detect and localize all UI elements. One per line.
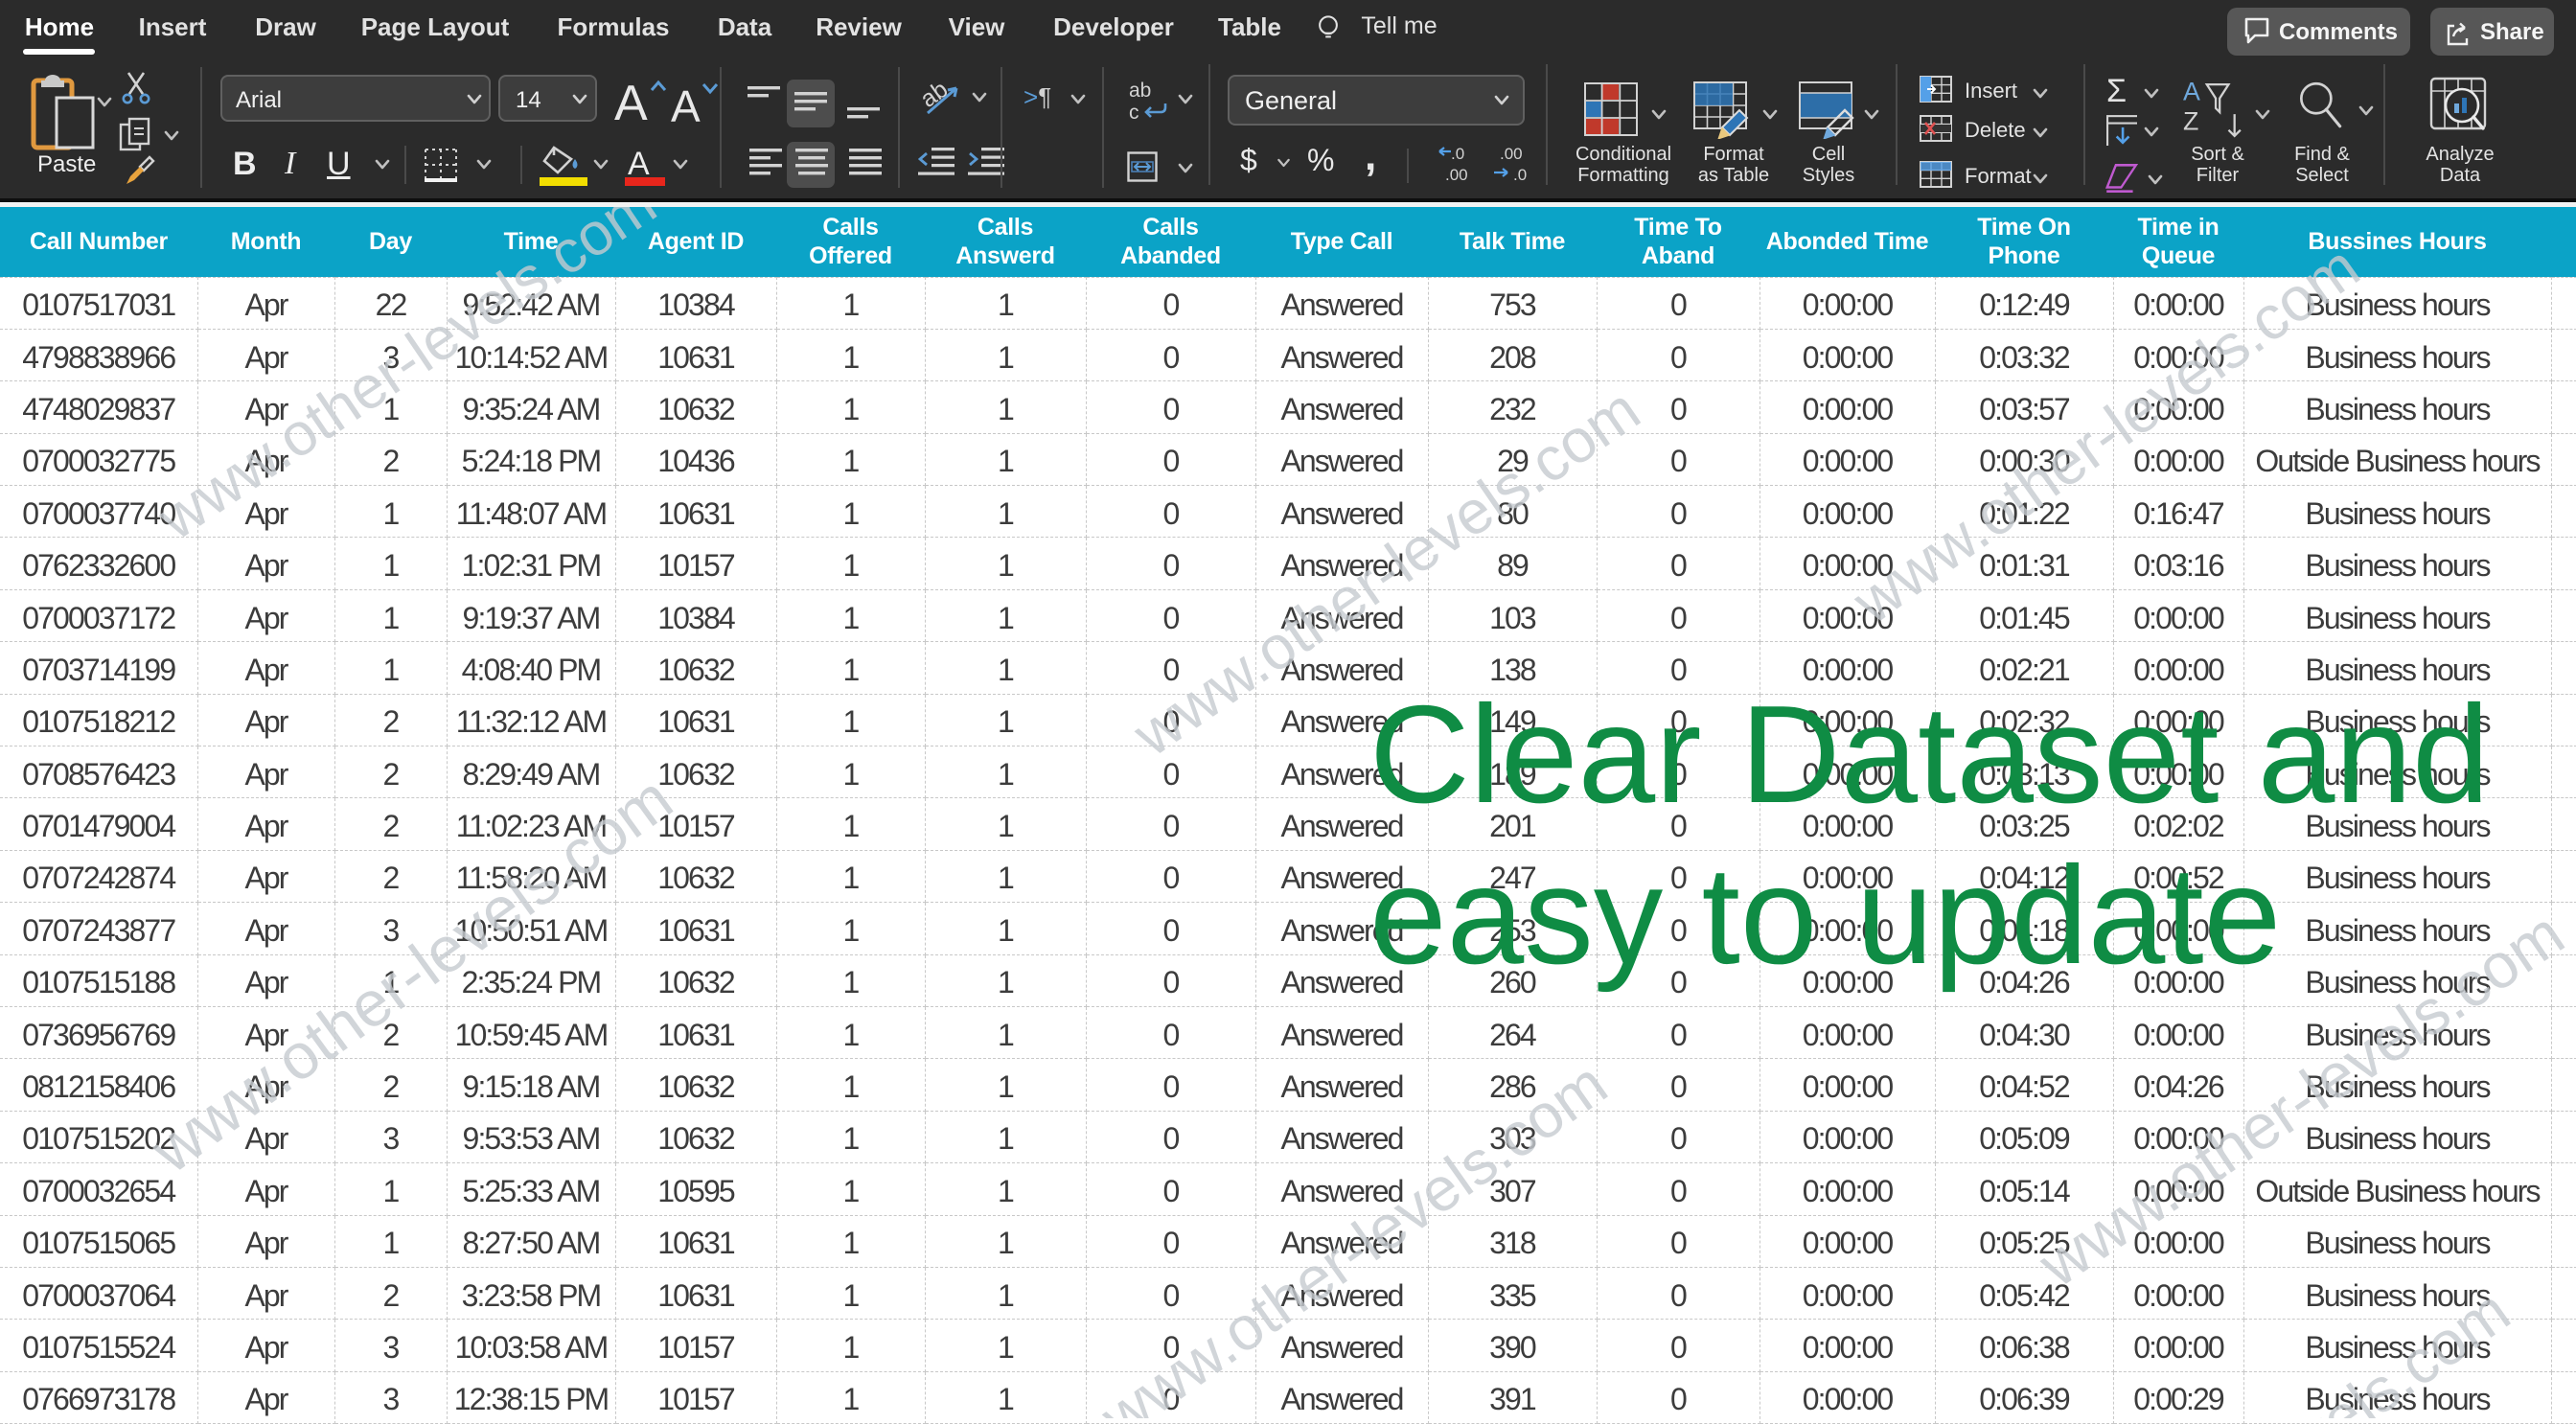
svg-text:.00: .00 xyxy=(1500,145,1523,163)
svg-text:Z: Z xyxy=(2183,107,2198,136)
svg-text:ab: ab xyxy=(1129,80,1151,102)
svg-text:.0: .0 xyxy=(1513,166,1527,184)
svg-text:A: A xyxy=(2183,78,2200,106)
svg-text:c: c xyxy=(1129,102,1139,123)
svg-text:.00: .00 xyxy=(1445,166,1468,184)
svg-text:.0: .0 xyxy=(1451,145,1464,163)
